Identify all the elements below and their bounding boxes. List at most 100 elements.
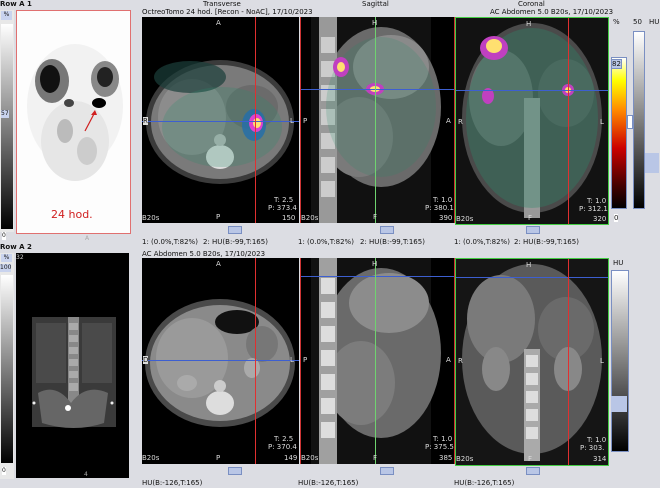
bottom-status-bar: HU(B:-126,T:165) HU(B:-126,T:165) HU(B:-… — [142, 477, 608, 488]
row-a1-title: Row A 1 — [0, 0, 32, 8]
planar-scintigram-image — [27, 44, 123, 181]
ct-transverse-footer-right: 149 — [284, 454, 298, 462]
ct-sagittal-orient-bottom: F — [373, 454, 378, 462]
transverse-footer-left: B20s — [142, 214, 160, 222]
row-a1-scale-min: 0 — [2, 232, 6, 240]
status-coronal-ct: 2: HU(B:-99,T:165) — [514, 238, 579, 246]
ct-transverse-orient-right: L — [290, 356, 294, 364]
ct-coronal-footer-left: B20s — [456, 455, 474, 463]
ct-sagittal-slice-slider[interactable] — [380, 467, 394, 475]
row-a1-scale-panel: % 57 0 — [0, 10, 14, 240]
spect-color-bar[interactable] — [611, 57, 627, 209]
sagittal-slice-slider[interactable] — [380, 226, 394, 234]
ct-transverse-orient-left: D — [143, 356, 149, 364]
ct-coronal-orient-bottom: F — [528, 455, 533, 463]
ct-coronal-footer-right: 314 — [593, 455, 607, 463]
ct-sagittal-position: P: 375.5 — [425, 443, 454, 451]
status-transverse-spect: 1: (0.0%,T:82%) — [142, 238, 198, 246]
coronal-orient-left: R — [458, 118, 463, 126]
fusion-transverse-viewport[interactable]: A R L P T: 2.5 P: 373.4 B20s 150 — [142, 17, 299, 223]
right-scale-panel-top: % 50 HU 82 0 — [609, 17, 660, 225]
ct-sagittal-orient-left: P — [303, 356, 308, 364]
ct-sagittal-orient-top: H — [372, 260, 378, 268]
ct-transverse-position: P: 370.4 — [268, 443, 297, 451]
row-a2-title: Row A 2 — [0, 243, 32, 251]
sagittal-orient-right: A — [446, 117, 451, 125]
topogram-footer: 4 — [84, 471, 88, 478]
row-a1-grayscale-bar[interactable] — [1, 24, 13, 229]
sagittal-orient-left: P — [303, 117, 308, 125]
ct-transverse-thickness: T: 2.5 — [274, 435, 294, 443]
row-a2-scale-unit: % — [1, 254, 12, 262]
ct-sagittal-thickness: T: 1.0 — [433, 435, 453, 443]
coronal-thickness: T: 1.0 — [587, 197, 607, 205]
row-a2-scale-min: 0 — [2, 467, 6, 475]
fusion-sagittal-viewport[interactable]: H P A F T: 1.0 P: 380.1 B20s 390 — [300, 17, 455, 223]
ct-sagittal-orient-right: A — [446, 356, 451, 364]
transverse-slice-slider[interactable] — [228, 226, 242, 234]
ct-sagittal-image — [311, 258, 441, 464]
ct-coronal-thickness: T: 1.0 — [587, 436, 607, 444]
status-coronal-spect: 1: (0.0%,T:82%) — [454, 238, 510, 246]
ct-coronal-orient-top: H — [526, 261, 532, 269]
row-a1-scale-unit: % — [1, 11, 12, 20]
ct-transverse-image — [145, 299, 295, 427]
right-scale-top-label: HU — [649, 18, 660, 26]
ct-topogram-image — [32, 317, 116, 428]
study-label-ct-bottom: AC Abdomen 5.0 B20s, 17/10/2023 — [142, 250, 266, 258]
ct-transverse-viewport[interactable]: A D L P T: 2.5 P: 370.4 B20s 149 — [142, 258, 299, 464]
ct-coronal-slice-slider[interactable] — [526, 467, 540, 475]
planar-annotation-24h: 24 hod. — [51, 208, 93, 221]
coronal-footer-left: B20s — [456, 215, 474, 223]
right-scale-top-max: 50 — [633, 18, 642, 26]
ct-gray-bar-top[interactable] — [633, 31, 645, 209]
ct-window-handle-top[interactable] — [645, 153, 659, 173]
topogram-viewport[interactable]: 4 — [16, 253, 129, 478]
sagittal-thickness: T: 1.0 — [433, 196, 453, 204]
row-a2-scale-top: 32 — [16, 254, 24, 261]
row-a1-scale-mid: 57 — [1, 110, 9, 118]
coronal-orient-top: H — [526, 20, 532, 28]
coronal-orient-bottom: F — [528, 214, 533, 222]
ct-gray-bar-bottom[interactable] — [611, 270, 629, 452]
transverse-thickness: T: 2.5 — [274, 196, 294, 204]
sagittal-footer-right: 390 — [439, 214, 453, 222]
transverse-orient-right: L — [290, 117, 294, 125]
transverse-footer-right: 150 — [282, 214, 296, 222]
status-transverse-ct: 2: HU(B:-99,T:165) — [203, 238, 268, 246]
fusion-coronal-viewport[interactable]: H R L F T: 1.0 P: 312.1 B20s 320 — [455, 17, 609, 225]
sagittal-footer-left: B20s — [301, 214, 319, 222]
status-ct-transverse: HU(B:-126,T:165) — [142, 479, 203, 487]
ct-transverse-orient-top: A — [216, 260, 221, 268]
top-status-bar: 1: (0.0%,T:82%) 2: HU(B:-99,T:165) 1: (0… — [142, 236, 608, 248]
ct-coronal-viewport[interactable]: H R L F T: 1.0 P: 303. B20s 314 — [455, 258, 609, 466]
row-a2-grayscale-bar[interactable] — [1, 275, 13, 463]
status-sagittal-spect: 1: (0.0%,T:82%) — [298, 238, 354, 246]
transverse-orient-bottom: P — [216, 213, 221, 221]
row-a2-scale-max: 100 — [0, 264, 12, 272]
transverse-orient-left: R — [143, 117, 148, 125]
study-label-ct: AC Abdomen 5.0 B20s, 17/10/2023 — [490, 8, 614, 16]
ct-window-handle-bottom[interactable] — [611, 396, 627, 412]
ct-sagittal-viewport[interactable]: H P A F T: 1.0 P: 375.5 B20s 385 — [300, 258, 455, 464]
right-scale-bottom-label: HU — [613, 259, 624, 267]
status-ct-coronal: HU(B:-126,T:165) — [454, 479, 515, 487]
fusion-transverse-image — [146, 60, 294, 184]
coronal-orient-right: L — [600, 118, 604, 126]
ct-coronal-position: P: 303. — [580, 444, 605, 452]
row-a2-scale-panel: % 100 0 — [0, 253, 14, 479]
ct-coronal-orient-left: R — [458, 357, 463, 365]
sagittal-orient-top: H — [372, 19, 378, 27]
status-sagittal-ct: 2: HU(B:-99,T:165) — [360, 238, 425, 246]
sagittal-position: P: 380.1 — [425, 204, 454, 212]
title-transverse: Transverse — [203, 0, 241, 8]
ct-sagittal-footer-right: 385 — [439, 454, 453, 462]
planar-scintigram-viewport[interactable]: 24 hod. A — [16, 10, 131, 242]
ct-sagittal-footer-left: B20s — [301, 454, 319, 462]
ct-transverse-footer-left: B20s — [142, 454, 160, 462]
transverse-orient-top: A — [216, 19, 221, 27]
planar-footer: A — [85, 235, 90, 242]
coronal-slice-slider[interactable] — [526, 226, 540, 234]
ct-transverse-slice-slider[interactable] — [228, 467, 242, 475]
transverse-position: P: 373.4 — [268, 204, 297, 212]
